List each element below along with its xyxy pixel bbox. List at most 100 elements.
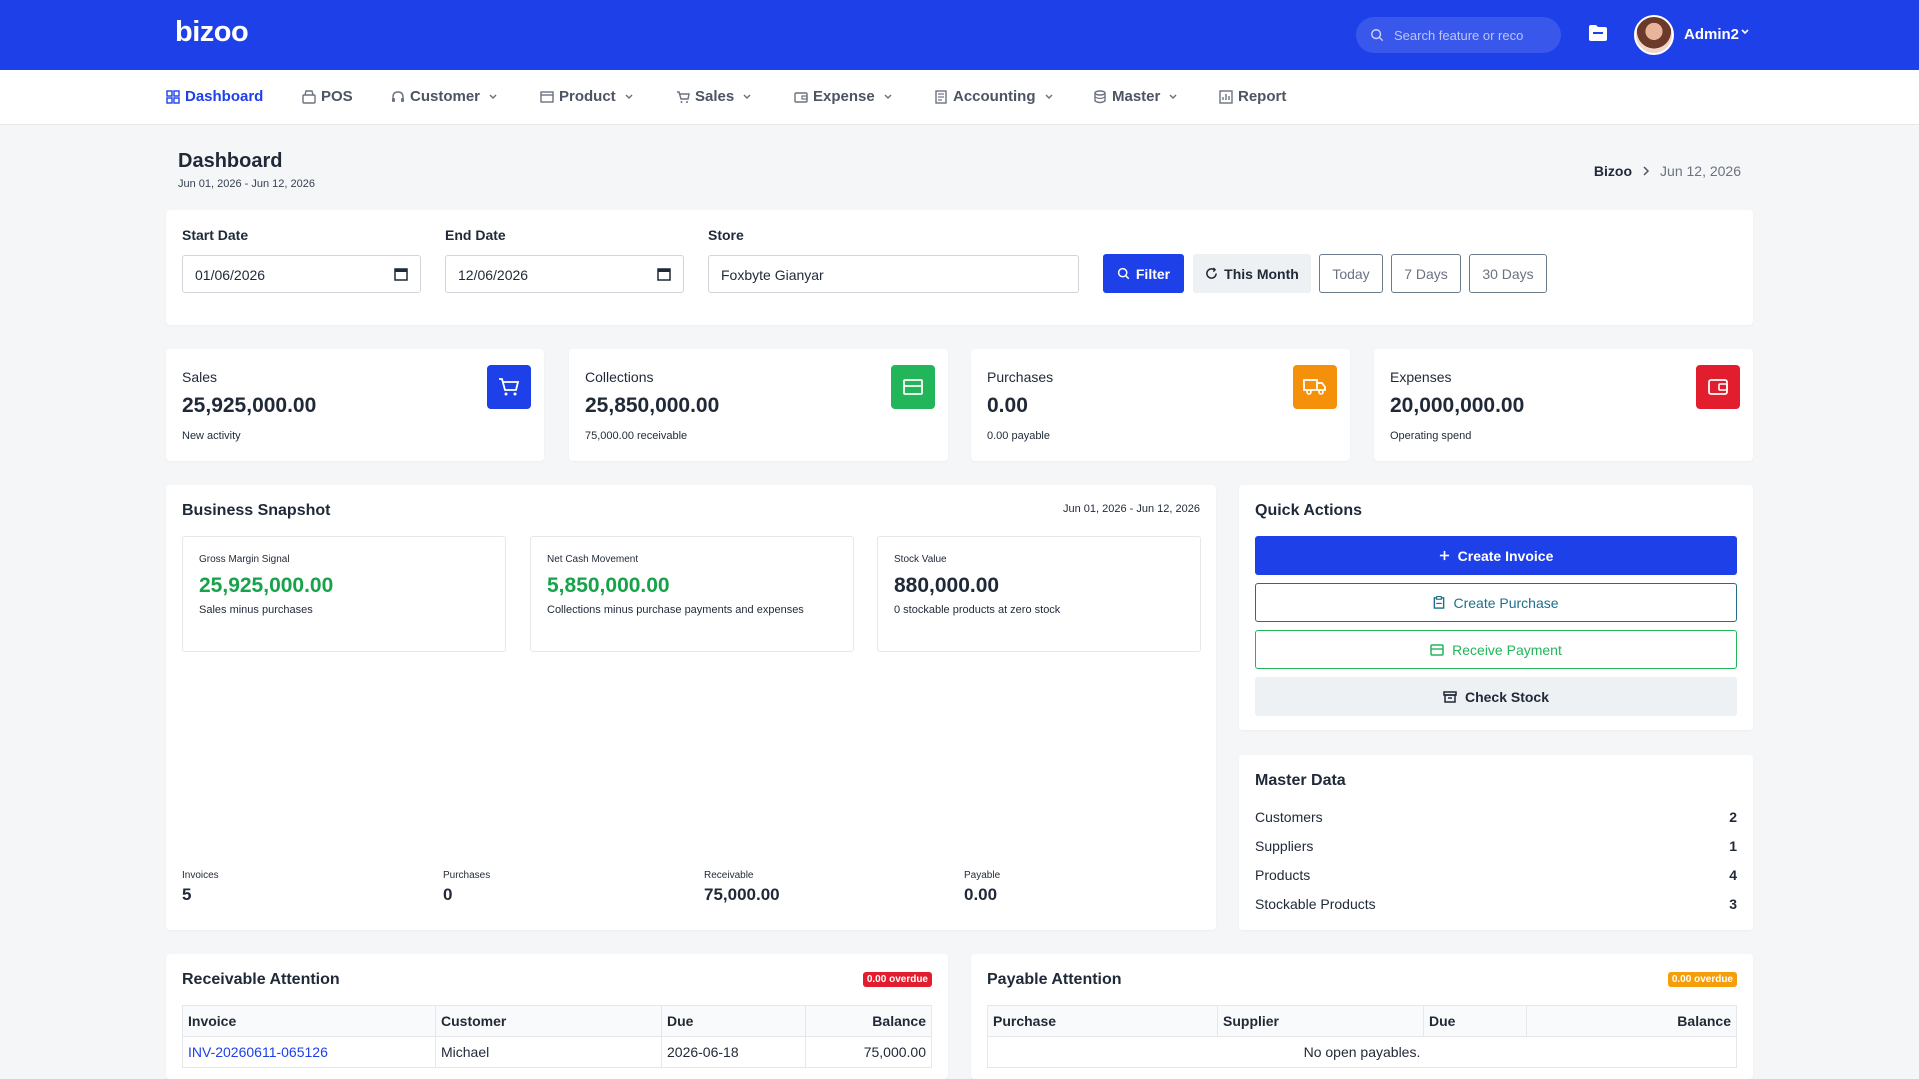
payable-attention-card: Payable Attention 0.00 overdue Purchase … — [971, 954, 1753, 1079]
empty-message: No open payables. — [987, 1036, 1737, 1068]
master-row-count: 2 — [1729, 809, 1737, 825]
folder-icon[interactable] — [1588, 24, 1608, 45]
check-stock-button[interactable]: Check Stock — [1255, 677, 1737, 716]
nav-label: Master — [1112, 88, 1161, 105]
create-invoice-button[interactable]: Create Invoice — [1255, 536, 1737, 575]
overdue-badge: 0.00 overdue — [1667, 972, 1737, 987]
count-value: 0.00 — [964, 885, 998, 904]
metric-net-cash: Net Cash Movement 5,850,000.00 Collectio… — [530, 536, 854, 652]
stat-sub: New activity — [182, 430, 241, 442]
invoice-link[interactable]: INV-20260611-065126 — [182, 1036, 436, 1068]
this-month-button[interactable]: This Month — [1193, 254, 1311, 293]
today-button[interactable]: Today — [1319, 254, 1383, 293]
master-row-label: Customers — [1255, 809, 1323, 825]
grid-icon — [166, 89, 180, 104]
nav-report[interactable]: Report — [1219, 88, 1286, 105]
stat-value: 25,850,000.00 — [585, 394, 720, 417]
start-date-label: Start Date — [182, 227, 249, 243]
receivable-attention-card: Receivable Attention 0.00 overdue Invoic… — [166, 954, 948, 1079]
store-select[interactable]: Foxbyte Gianyar — [708, 255, 1079, 293]
nav-accounting[interactable]: Accounting — [934, 88, 1059, 105]
count-label: Invoices — [182, 870, 219, 881]
nav-expense[interactable]: Expense — [794, 88, 898, 105]
plus-icon — [1439, 550, 1449, 561]
metric-sub: Sales minus purchases — [199, 604, 313, 616]
snapshot-title: Business Snapshot — [182, 502, 331, 519]
master-row-count: 3 — [1729, 896, 1737, 912]
start-date-field[interactable]: 01/06/2026 — [182, 255, 421, 293]
calendar-icon[interactable] — [394, 267, 408, 281]
create-invoice-label: Create Invoice — [1457, 547, 1554, 564]
master-row-customers[interactable]: Customers 2 — [1255, 809, 1737, 825]
headset-icon — [392, 90, 404, 102]
calendar-icon[interactable] — [657, 267, 671, 281]
start-date-value: 01/06/2026 — [195, 267, 266, 283]
refresh-icon — [1206, 267, 1218, 279]
clipboard-icon — [1434, 596, 1445, 609]
database-icon — [1094, 89, 1106, 103]
count-purchases: Purchases 0 — [443, 870, 490, 905]
user-name[interactable]: Admin2 — [1684, 26, 1739, 43]
stat-value: 20,000,000.00 — [1390, 394, 1525, 417]
cash-icon — [1430, 643, 1444, 656]
nav-label: Expense — [813, 88, 875, 105]
nav-master[interactable]: Master — [1093, 88, 1183, 105]
stat-card-sales: Sales 25,925,000.00 New activity — [166, 349, 544, 461]
metric-label: Stock Value — [894, 554, 947, 565]
7-days-button[interactable]: 7 Days — [1391, 254, 1461, 293]
search-icon — [1371, 29, 1384, 42]
master-row-count: 4 — [1729, 867, 1737, 883]
master-row-stockable-products[interactable]: Stockable Products 3 — [1255, 896, 1737, 912]
nav-pos[interactable]: POS — [302, 88, 353, 105]
nav-dashboard[interactable]: Dashboard — [166, 88, 263, 105]
nav-sales[interactable]: Sales — [676, 88, 757, 105]
box-icon — [540, 90, 554, 103]
due-cell: 2026-06-18 — [661, 1036, 806, 1068]
stat-sub: 75,000.00 receivable — [585, 430, 688, 442]
breadcrumb-root[interactable]: Bizoo — [1594, 163, 1632, 179]
master-row-label: Suppliers — [1255, 838, 1314, 854]
stat-label: Expenses — [1390, 369, 1452, 385]
master-data-card: Master Data Customers 2 Suppliers 1 Prod… — [1239, 755, 1753, 930]
nav-label: Accounting — [953, 88, 1036, 105]
app-logo[interactable]: bizoo — [175, 16, 249, 49]
count-value: 0 — [443, 885, 453, 904]
nav-label: Dashboard — [185, 88, 264, 105]
column-header: Customer — [435, 1005, 662, 1037]
end-date-field[interactable]: 12/06/2026 — [445, 255, 684, 293]
archive-icon — [1443, 690, 1457, 703]
receive-payment-button[interactable]: Receive Payment — [1255, 630, 1737, 669]
count-value: 75,000.00 — [704, 885, 780, 904]
search-input[interactable] — [1394, 27, 1544, 43]
quick-actions-title: Quick Actions — [1255, 502, 1362, 519]
report-icon — [1219, 89, 1233, 104]
stat-sub: 0.00 payable — [987, 430, 1050, 442]
top-bar: bizoo Admin2 — [0, 0, 1919, 70]
wallet-icon — [1696, 365, 1740, 409]
search-box[interactable] — [1356, 17, 1561, 53]
stat-card-purchases: Purchases 0.00 0.00 payable — [971, 349, 1350, 461]
this-month-button-label: This Month — [1224, 265, 1299, 282]
create-purchase-button[interactable]: Create Purchase — [1255, 583, 1737, 622]
master-row-suppliers[interactable]: Suppliers 1 — [1255, 838, 1737, 854]
master-row-products[interactable]: Products 4 — [1255, 867, 1737, 883]
count-label: Purchases — [443, 870, 491, 881]
stat-label: Purchases — [987, 369, 1054, 385]
user-avatar[interactable] — [1634, 15, 1674, 55]
end-date-value: 12/06/2026 — [458, 267, 529, 283]
metric-label: Gross Margin Signal — [199, 554, 290, 565]
nav-product[interactable]: Product — [540, 88, 639, 105]
nav-label: Sales — [695, 88, 735, 105]
nav-customer[interactable]: Customer — [391, 88, 503, 105]
cash-icon — [891, 365, 935, 409]
filter-button[interactable]: Filter — [1103, 254, 1184, 293]
chevron-down-icon[interactable] — [1740, 28, 1750, 36]
stat-label: Sales — [182, 369, 218, 385]
nav-label: POS — [321, 88, 353, 105]
master-data-title: Master Data — [1255, 772, 1346, 789]
table-row: No open payables. — [987, 1036, 1737, 1068]
ledger-icon — [935, 89, 947, 104]
column-header: Balance — [805, 1005, 932, 1037]
30-days-button[interactable]: 30 Days — [1469, 254, 1547, 293]
truck-icon — [1293, 365, 1337, 409]
